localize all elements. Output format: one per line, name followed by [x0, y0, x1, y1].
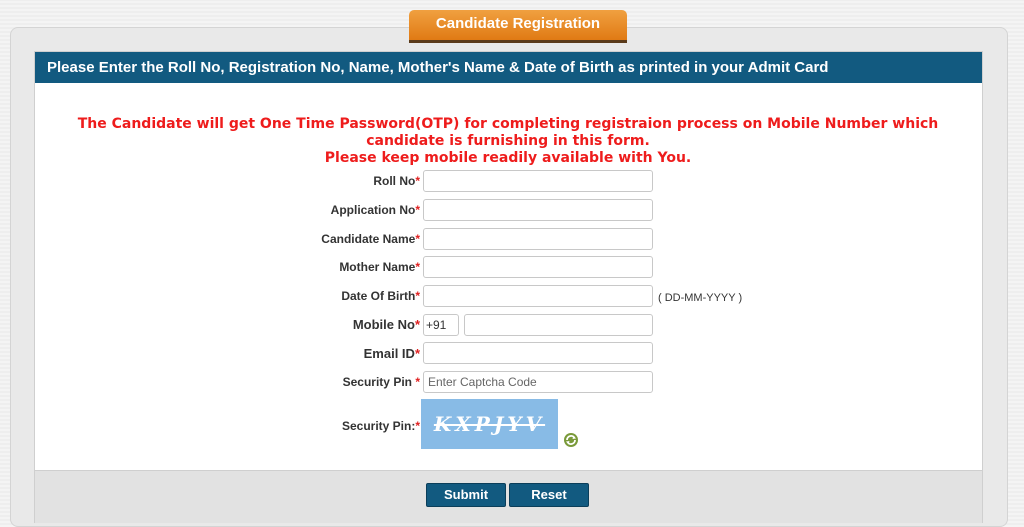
panel-header: Please Enter the Roll No, Registration N… [35, 52, 982, 83]
required-marker: * [415, 174, 420, 188]
dob-label-wrap: Date Of Birth* [235, 289, 420, 309]
dob-format-hint: ( DD-MM-YYYY ) [658, 292, 743, 304]
country-code-field[interactable]: +91 [423, 314, 459, 336]
submit-button[interactable]: Submit [426, 483, 506, 507]
roll-no-label-wrap: Roll No* [235, 174, 420, 194]
candidate-name-label-text: Candidate Name [321, 232, 416, 246]
mobile-label-wrap: Mobile No* [235, 317, 420, 337]
dob-input[interactable] [423, 285, 653, 307]
registration-form-panel: Please Enter the Roll No, Registration N… [34, 51, 983, 523]
required-marker: * [414, 317, 420, 332]
required-marker: * [415, 375, 420, 389]
roll-no-label: Roll No* [373, 174, 420, 188]
registration-tab-title: Candidate Registration [409, 10, 627, 40]
reset-button[interactable]: Reset [509, 483, 589, 507]
form-button-bar: Submit Reset [35, 470, 982, 523]
required-marker: * [415, 419, 420, 433]
otp-notice-line-2: candidate is furnishing in this form. [366, 133, 650, 149]
otp-notice: The Candidate will get One Time Password… [75, 116, 941, 167]
security-pin-label-wrap: Security Pin * [235, 375, 420, 395]
captcha-label-text: Security Pin: [341, 419, 416, 433]
roll-no-label-text: Roll No [373, 174, 416, 188]
dob-label: Date Of Birth* [341, 289, 420, 303]
mother-name-label-wrap: Mother Name* [235, 260, 420, 280]
email-label: Email ID* [364, 346, 420, 361]
required-marker: * [414, 346, 420, 361]
application-no-input[interactable] [423, 199, 653, 221]
refresh-captcha-icon[interactable] [563, 432, 579, 448]
captcha-label-wrap: Security Pin:* [235, 419, 420, 439]
email-label-wrap: Email ID* [235, 346, 420, 366]
mobile-number-input[interactable] [464, 314, 653, 336]
candidate-name-input[interactable] [423, 228, 653, 250]
captcha-image: KXPJYV [421, 399, 558, 449]
required-marker: * [415, 232, 420, 246]
candidate-name-label-wrap: Candidate Name* [235, 232, 420, 252]
security-pin-label: Security Pin * [343, 375, 420, 389]
mobile-label: Mobile No* [353, 317, 420, 332]
required-marker: * [415, 260, 420, 274]
otp-notice-line-3: Please keep mobile readily available wit… [324, 150, 692, 166]
email-label-text: Email ID [363, 346, 415, 361]
required-marker: * [415, 203, 420, 217]
roll-no-input[interactable] [423, 170, 653, 192]
captcha-label: Security Pin:* [342, 419, 420, 433]
candidate-name-label: Candidate Name* [321, 232, 420, 246]
security-pin-input[interactable] [423, 371, 653, 393]
application-no-label-text: Application No [330, 203, 416, 217]
mobile-label-text: Mobile No [352, 317, 415, 332]
mother-name-input[interactable] [423, 256, 653, 278]
otp-notice-line-1: The Candidate will get One Time Password… [77, 116, 939, 132]
mother-name-label-text: Mother Name [339, 260, 416, 274]
mother-name-label: Mother Name* [339, 260, 420, 274]
security-pin-label-text: Security Pin [342, 375, 412, 389]
application-no-label: Application No* [331, 203, 420, 217]
application-no-label-wrap: Application No* [235, 203, 420, 223]
required-marker: * [415, 289, 420, 303]
dob-label-text: Date Of Birth [341, 289, 416, 303]
email-input[interactable] [423, 342, 653, 364]
